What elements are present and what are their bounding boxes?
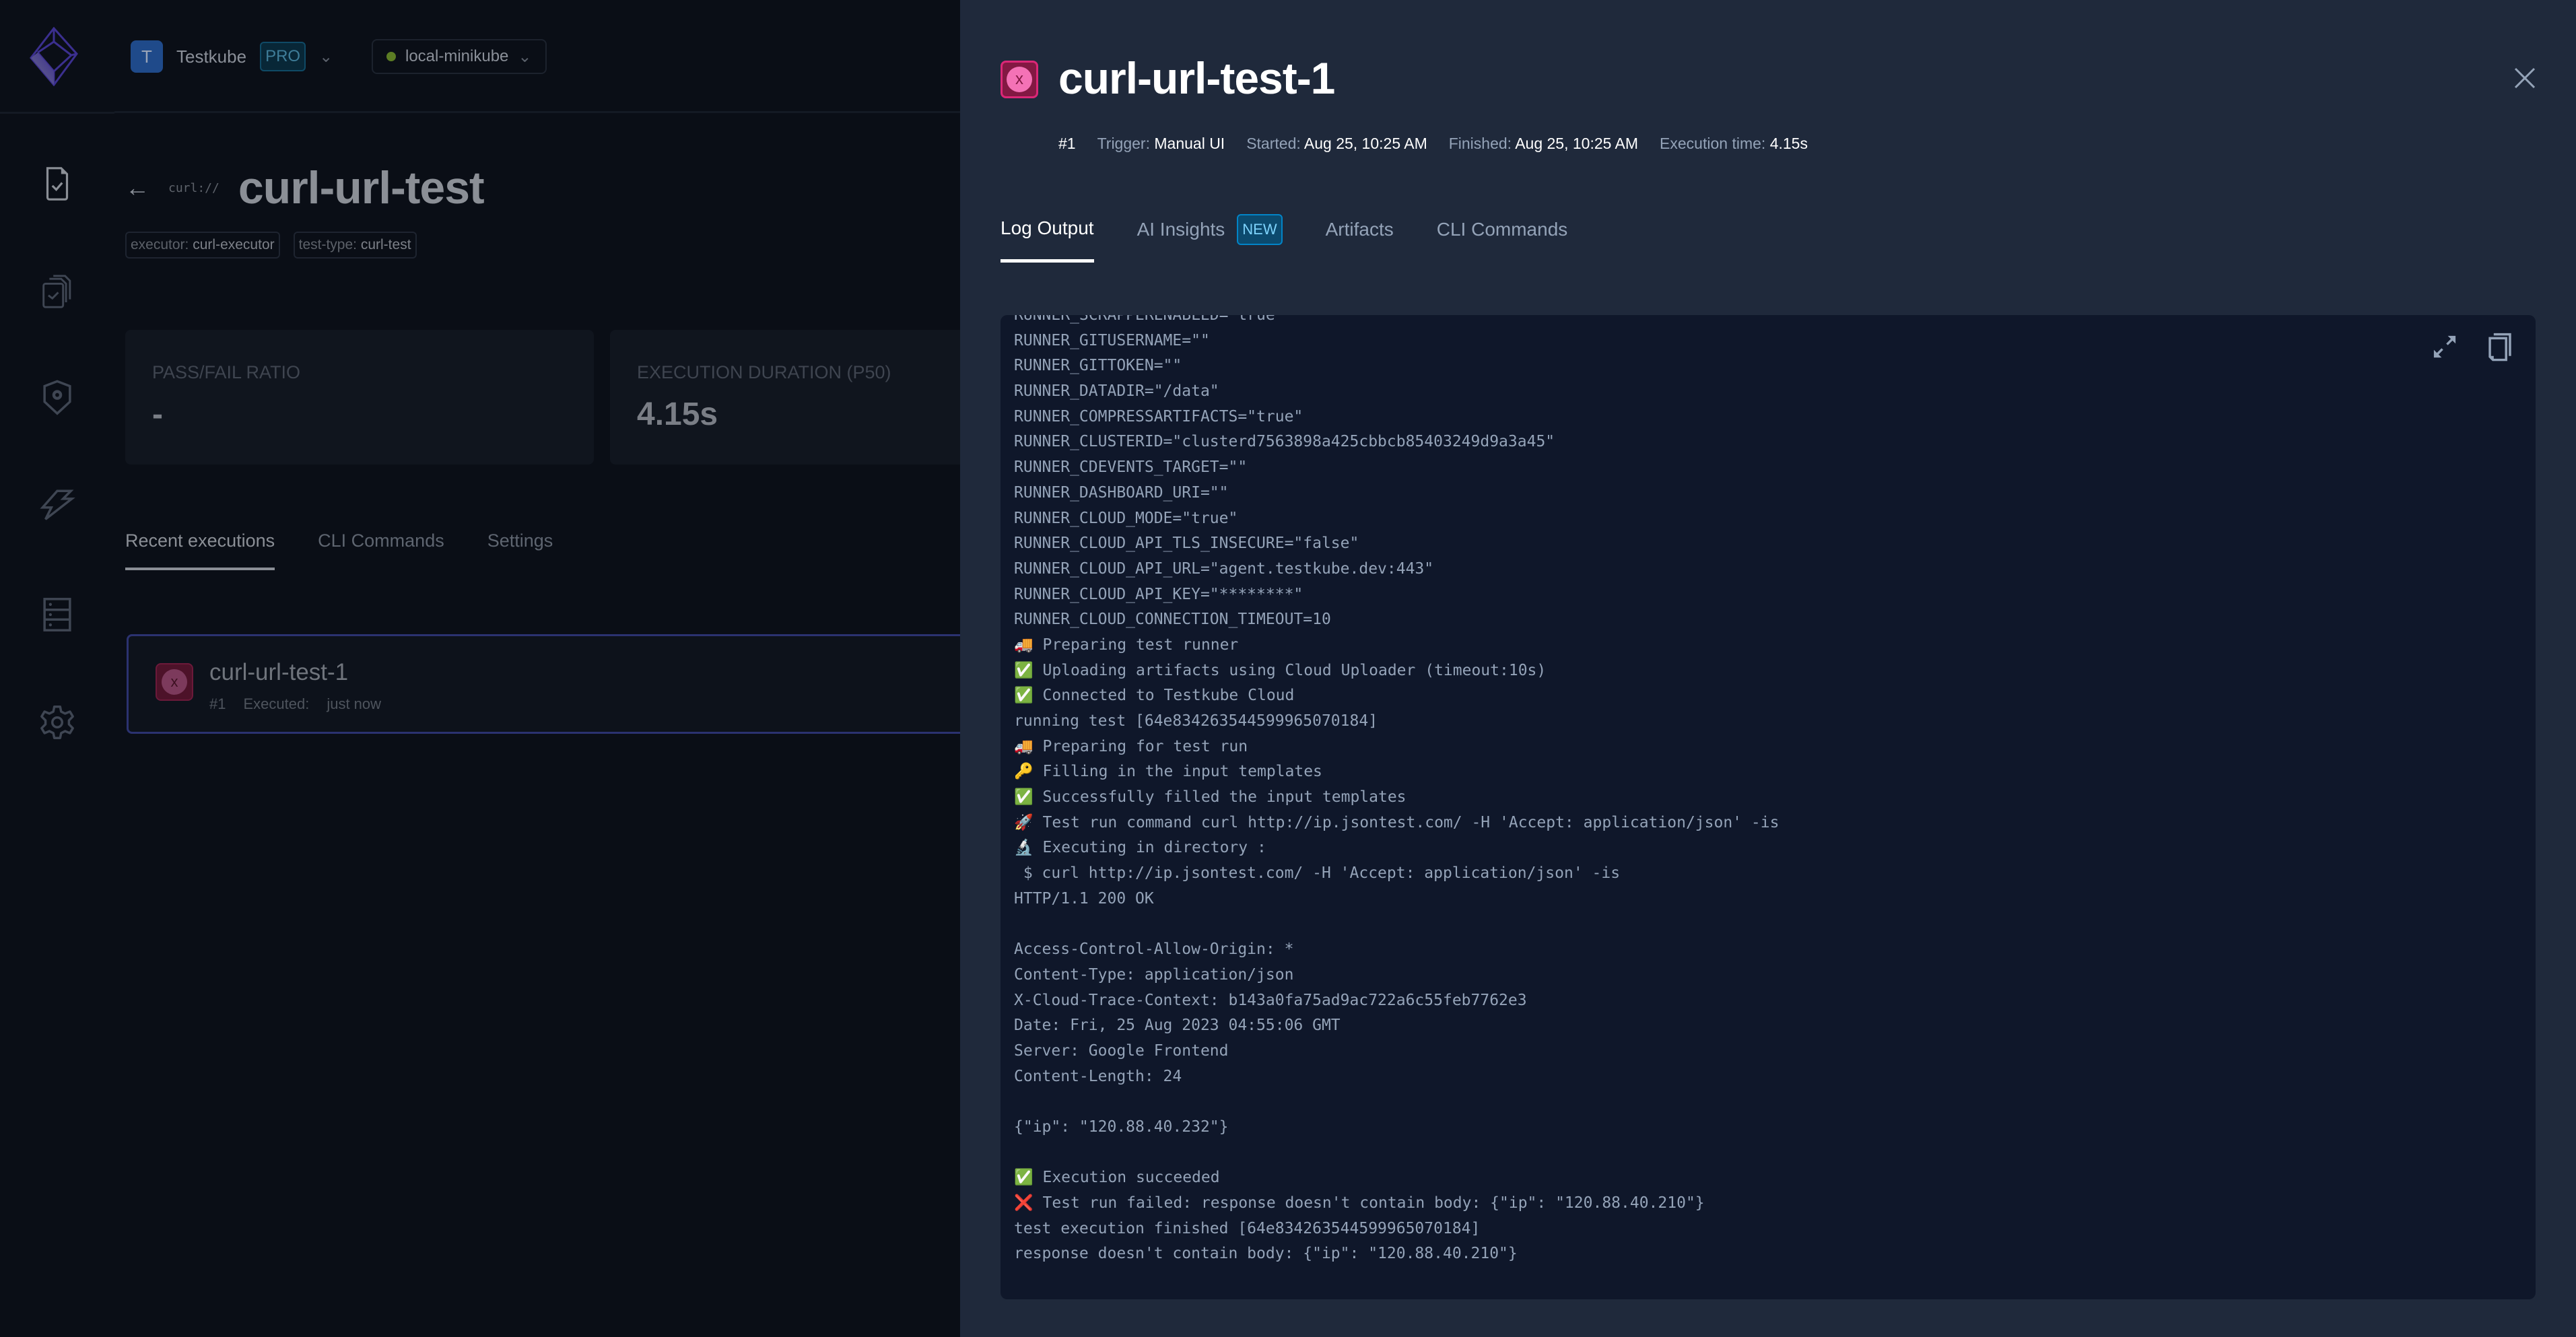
log-line: RUNNER_COMPRESSARTIFACTS="true" [1014,407,1303,425]
log-line: 🔑 Filling in the input templates [1014,763,1322,781]
log-line: RUNNER_CLOUD_CONNECTION_TIMEOUT=10 [1014,611,1331,629]
log-line: X-Cloud-Trace-Context: b143a0fa75ad9ac72… [1014,991,1527,1009]
started-info: Started: Aug 25, 10:25 AM [1246,135,1427,153]
log-line: running test [64e834263544599965070184] [1014,712,1378,730]
new-badge: NEW [1237,214,1283,245]
close-icon [2514,67,2536,89]
log-lines: RUNNER_SCRAPPERENABLED="true" RUNNER_GITU… [1014,315,1779,1267]
log-line: RUNNER_CLOUD_API_TLS_INSECURE="false" [1014,535,1359,553]
started-label: Started: [1246,135,1301,152]
log-line: RUNNER_CLOUD_API_KEY="********" [1014,585,1303,603]
log-line: RUNNER_GITTOKEN="" [1014,357,1182,375]
log-line: Server: Google Frontend [1014,1041,1229,1060]
log-line: RUNNER_CDEVENTS_TARGET="" [1014,458,1248,477]
log-line: ✅ Uploading artifacts using Cloud Upload… [1014,661,1547,679]
log-toolbar [2429,331,2515,362]
tab-label: CLI Commands [1436,219,1568,240]
copy-icon [2488,333,2511,362]
log-line: 🚚 Preparing test runner [1014,636,1239,654]
trigger-value: Manual UI [1154,135,1225,152]
log-line: RUNNER_DASHBOARD_URI="" [1014,483,1229,502]
execution-time-label: Execution time: [1660,135,1766,152]
log-line: RUNNER_CLOUD_MODE="true" [1014,509,1238,527]
log-line: HTTP/1.1 200 OK [1014,889,1154,907]
log-line: test execution finished [64e834263544599… [1014,1219,1481,1237]
finished-value: Aug 25, 10:25 AM [1515,135,1639,152]
execution-tabs: Log Output AI Insights NEW Artifacts CLI … [1001,214,1567,265]
log-line: response doesn't contain body: {"ip": "1… [1014,1245,1518,1263]
copy-button[interactable] [2484,331,2515,362]
log-line: Date: Fri, 25 Aug 2023 04:55:06 GMT [1014,1017,1341,1035]
log-line: Content-Type: application/json [1014,965,1294,984]
execution-time-value: 4.15s [1769,135,1808,152]
close-button[interactable] [2511,65,2538,92]
started-value: Aug 25, 10:25 AM [1303,135,1427,152]
log-line: 🚚 Preparing for test run [1014,737,1248,755]
log-line: ✅ Successfully filled the input template… [1014,788,1406,807]
tab-artifacts[interactable]: Artifacts [1326,219,1394,261]
log-line: Access-Control-Allow-Origin: * [1014,940,1294,959]
log-line: $ curl http://ip.jsontest.com/ -H 'Accep… [1014,864,1621,883]
tab-label: Artifacts [1325,219,1394,240]
trigger-info: Trigger: Manual UI [1097,135,1225,153]
log-line: RUNNER_CLUSTERID="clusterd7563898a425cbb… [1014,433,1555,451]
execution-drawer: x curl-url-test-1 #1 Trigger: Manual UI … [960,0,2576,1337]
execution-meta: #1 Trigger: Manual UI Started: Aug 25, 1… [1058,135,1808,153]
drawer-backdrop[interactable] [0,0,960,1337]
log-line: ✅ Connected to Testkube Cloud [1014,687,1295,705]
tab-label: AI Insights [1137,219,1225,240]
log-line: ❌ Test run failed: response doesn't cont… [1014,1194,1705,1212]
tab-log-output[interactable]: Log Output [1001,217,1094,263]
trigger-label: Trigger: [1097,135,1150,152]
tab-label: Log Output [1001,217,1094,238]
execution-time-info: Execution time: 4.15s [1660,135,1808,153]
log-line: RUNNER_DATADIR="/data" [1014,382,1219,401]
execution-number: #1 [1058,135,1076,153]
log-line: Content-Length: 24 [1014,1067,1182,1085]
app: T Testkube PRO ⌄ local-minikube ⌄ ← curl… [0,0,2576,1337]
fullscreen-button[interactable] [2429,331,2460,362]
failed-status-icon: x [1001,61,1038,98]
finished-label: Finished: [1448,135,1512,152]
log-line: ✅ Execution succeeded [1014,1169,1220,1187]
log-output[interactable]: RUNNER_SCRAPPERENABLED="true" RUNNER_GITU… [1001,315,2536,1299]
execution-title: curl-url-test-1 [1058,53,1335,103]
log-line: {"ip": "120.88.40.232"} [1014,1118,1229,1136]
log-line: RUNNER_GITUSERNAME="" [1014,331,1210,349]
log-line: 🚀 Test run command curl http://ip.jsonte… [1014,813,1780,831]
log-line: RUNNER_SCRAPPERENABLED="true" [1014,315,1285,324]
execution-number-value: #1 [1058,135,1076,152]
log-line: 🔬 Executing in directory : [1014,839,1266,857]
finished-info: Finished: Aug 25, 10:25 AM [1449,135,1638,153]
tab-cli-commands[interactable]: CLI Commands [1437,219,1568,261]
expand-icon [2433,335,2456,358]
tab-ai-insights[interactable]: AI Insights NEW [1137,214,1283,265]
log-line: RUNNER_CLOUD_API_URL="agent.testkube.dev… [1014,559,1434,578]
